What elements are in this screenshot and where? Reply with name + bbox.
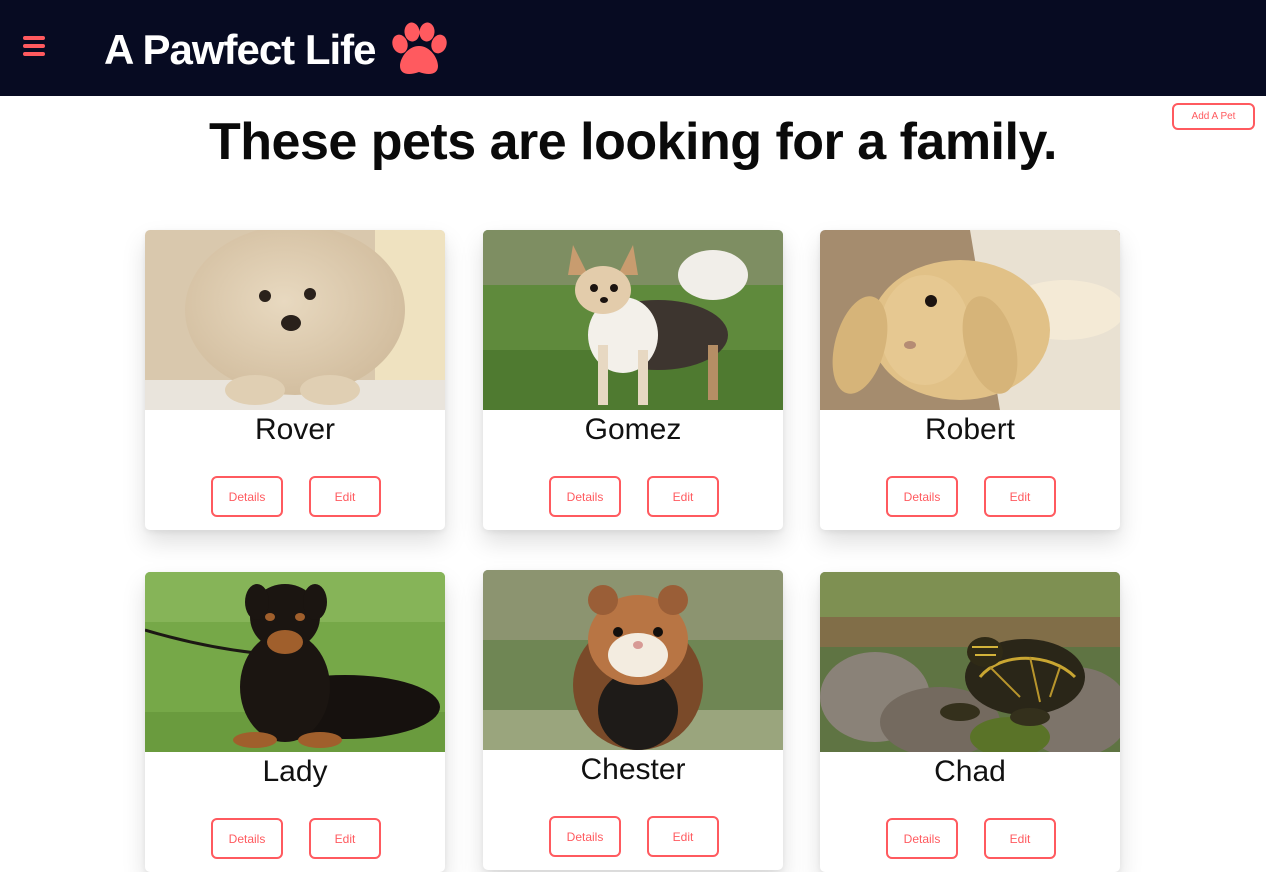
pet-name: Lady bbox=[262, 755, 328, 788]
details-button[interactable]: Details bbox=[886, 476, 958, 517]
details-button[interactable]: Details bbox=[549, 476, 621, 517]
pet-card: Rover Details Edit bbox=[145, 230, 445, 530]
top-navbar: A Pawfect Life bbox=[0, 0, 1266, 96]
pet-photo-hamster bbox=[483, 570, 783, 750]
pet-name: Rover bbox=[254, 413, 336, 446]
pet-name: Chad bbox=[934, 755, 1006, 788]
pet-card: Chad Details Edit bbox=[820, 572, 1120, 872]
details-button[interactable]: Details bbox=[211, 476, 283, 517]
site-title: A Pawfect Life bbox=[104, 26, 377, 73]
page-heading: These pets are looking for a family. bbox=[209, 113, 1057, 171]
details-button[interactable]: Details bbox=[886, 818, 958, 859]
edit-button[interactable]: Edit bbox=[647, 476, 719, 517]
pet-name: Gomez bbox=[584, 413, 682, 446]
pet-card: Lady Details Edit bbox=[145, 572, 445, 872]
details-button[interactable]: Details bbox=[549, 816, 621, 857]
edit-button[interactable]: Edit bbox=[984, 476, 1056, 517]
hamburger-menu-icon[interactable] bbox=[23, 36, 45, 56]
details-button[interactable]: Details bbox=[211, 818, 283, 859]
pet-photo-rabbit bbox=[820, 230, 1120, 410]
pet-photo-chihuahua bbox=[483, 230, 783, 410]
edit-button[interactable]: Edit bbox=[984, 818, 1056, 859]
pet-card: Gomez Details Edit bbox=[483, 230, 783, 530]
pet-photo-pomeranian bbox=[145, 230, 445, 410]
pet-name: Chester bbox=[580, 753, 686, 786]
paw-icon bbox=[391, 22, 447, 74]
edit-button[interactable]: Edit bbox=[647, 816, 719, 857]
brand[interactable]: A Pawfect Life bbox=[104, 22, 450, 78]
pet-name: Robert bbox=[924, 413, 1016, 446]
pet-photo-turtle bbox=[820, 572, 1120, 752]
pet-card: Robert Details Edit bbox=[820, 230, 1120, 530]
edit-button[interactable]: Edit bbox=[309, 476, 381, 517]
pet-card: Chester Details Edit bbox=[483, 570, 783, 870]
edit-button[interactable]: Edit bbox=[309, 818, 381, 859]
pet-photo-rottweiler bbox=[145, 572, 445, 752]
